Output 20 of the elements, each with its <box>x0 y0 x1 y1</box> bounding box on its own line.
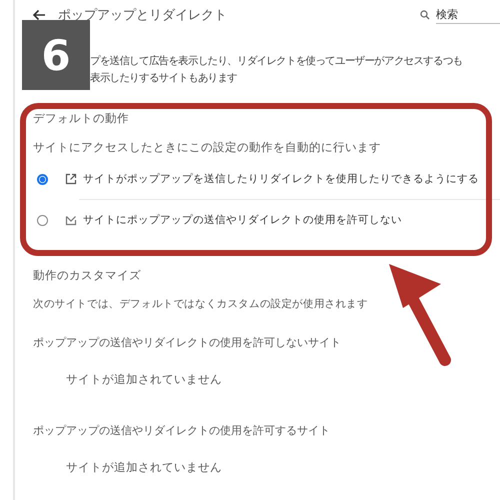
description-text: プを送信して広告を表示したり、リダイレクトを使ってユーザーがアクセスするつも <box>90 54 464 68</box>
description-text: 表示したりするサイトもあります <box>90 71 238 85</box>
search-icon <box>420 10 430 20</box>
list-heading: ポップアップの送信やリダイレクトの使用を許可しないサイト <box>33 335 342 350</box>
list-heading: ポップアップの送信やリダイレクトの使用を許可するサイト <box>33 423 331 438</box>
blocked-window-icon <box>65 214 77 226</box>
section-heading: デフォルトの動作 <box>33 111 130 126</box>
section-heading: 動作のカスタマイズ <box>33 268 142 283</box>
option-label: サイトがポップアップを送信したりリダイレクトを使用したりできるようにする <box>83 172 479 186</box>
option-label: サイトにポップアップの送信やリダイレクトの使用を許可しない <box>83 213 402 227</box>
back-arrow-icon[interactable] <box>32 9 46 21</box>
section-subtitle: 次のサイトでは、デフォルトではなくカスタムの設定が使用されます <box>33 297 368 311</box>
search-field[interactable]: 検索 <box>436 6 500 24</box>
step-badge: 6 <box>22 20 90 90</box>
section-subtitle: サイトにアクセスしたときにこの設定の動作を自動的に行います <box>33 140 382 155</box>
empty-list-text: サイトが追加されていません <box>66 372 223 387</box>
radio-button[interactable] <box>37 174 48 184</box>
empty-list-text: サイトが追加されていません <box>66 460 223 475</box>
external-link-icon <box>65 173 77 185</box>
radio-button[interactable] <box>37 214 48 226</box>
